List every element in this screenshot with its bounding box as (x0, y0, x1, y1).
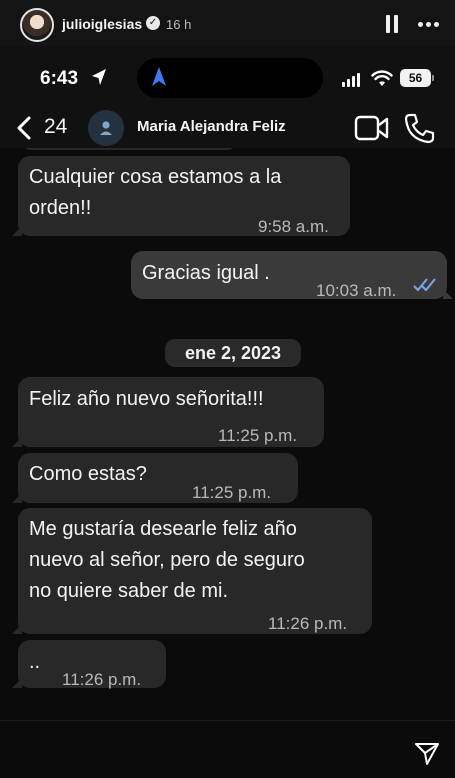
story-header: julioiglesias ✓ 16 h (0, 0, 455, 46)
battery-tip (432, 75, 434, 81)
message-text: Feliz año nuevo señorita!!! (29, 388, 264, 410)
message-time: 11:26 p.m. (268, 614, 348, 633)
read-receipt-icon (413, 278, 436, 292)
message-text: Gracias igual . (142, 262, 270, 284)
battery-indicator: 56 (400, 69, 431, 87)
partial-message-bubble (20, 148, 238, 150)
message-time: 11:25 p.m. (192, 483, 272, 502)
more-options-icon[interactable] (418, 22, 440, 28)
unread-count[interactable]: 24 (44, 115, 67, 139)
story-avatar[interactable] (20, 8, 54, 42)
phone-status-bar: 6:43 56 (0, 46, 455, 108)
verified-badge-icon: ✓ (146, 16, 160, 30)
message-time: 10:03 a.m. (316, 281, 397, 300)
phone-call-icon[interactable] (402, 112, 436, 144)
chat-messages-area[interactable]: Cualquier cosa estamos a la orden!! 9:58… (0, 148, 455, 720)
story-reply-bar (0, 720, 455, 778)
status-time: 6:43 (40, 68, 79, 89)
message-time: 11:26 p.m. (62, 670, 142, 689)
contact-name[interactable]: Maria Alejandra Feliz (137, 118, 286, 135)
pause-icon[interactable] (385, 15, 399, 33)
send-icon[interactable] (414, 741, 440, 767)
chat-header: 24 Maria Alejandra Feliz (0, 108, 455, 148)
message-time: 11:25 p.m. (218, 426, 298, 445)
date-separator: ene 2, 2023 (165, 339, 301, 367)
message-text: Me gustaría desearle feliz año nuevo al … (29, 518, 305, 602)
wifi-icon (371, 70, 393, 86)
message-bubble-outgoing[interactable]: Gracias igual . 10:03 a.m. (131, 251, 453, 300)
message-text: .. (29, 651, 41, 673)
message-text: Cualquier cosa estamos a la orden!! (29, 166, 282, 219)
contact-avatar-icon[interactable] (88, 110, 124, 146)
back-chevron-icon[interactable] (14, 115, 34, 141)
message-text: Como estas? (29, 463, 147, 485)
video-call-icon[interactable] (354, 114, 390, 142)
cell-signal-icon (342, 73, 362, 87)
message-bubble-incoming[interactable]: Me gustaría desearle feliz año nuevo al … (12, 508, 372, 634)
location-arrow-icon (92, 69, 106, 85)
story-time: 16 h (166, 17, 192, 32)
message-time: 9:58 a.m. (258, 217, 329, 236)
story-username[interactable]: julioiglesias (62, 16, 142, 32)
message-bubble-incoming[interactable]: Como estas? 11:25 p.m. (12, 453, 298, 503)
navigation-arrow-icon (152, 67, 166, 86)
message-bubble-incoming[interactable]: Feliz año nuevo señorita!!! 11:25 p.m. (12, 377, 324, 447)
message-bubble-incoming[interactable]: Cualquier cosa estamos a la orden!! 9:58… (12, 156, 350, 236)
message-bubble-incoming[interactable]: .. 11:26 p.m. (12, 640, 166, 689)
